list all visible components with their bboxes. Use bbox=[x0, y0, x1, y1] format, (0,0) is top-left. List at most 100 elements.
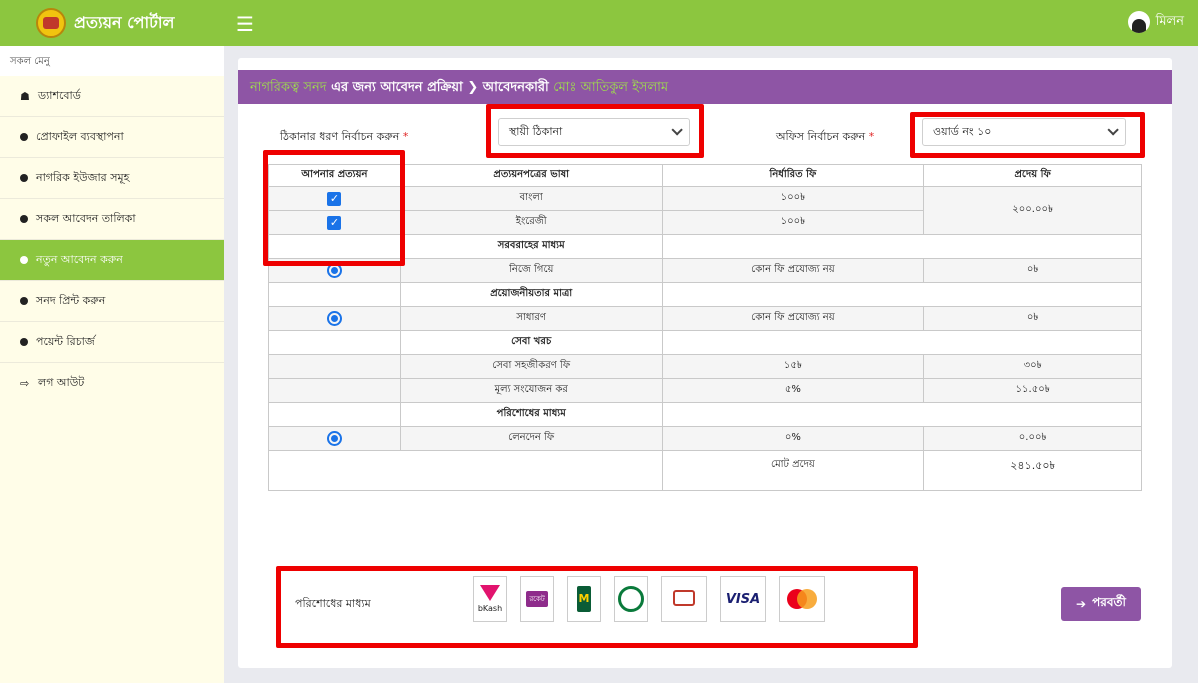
bkash-logo-button[interactable]: bKash bbox=[473, 576, 507, 622]
sidebar-item-label: সনদ প্রিন্ট করুন bbox=[36, 293, 106, 307]
dot-icon bbox=[20, 338, 28, 346]
column-header: প্রত্যয়নপত্রের ভাষা bbox=[399, 164, 663, 187]
service-fee: ৫% bbox=[661, 378, 925, 403]
checkbox-bangla[interactable]: ✓ bbox=[327, 191, 342, 206]
office-label: অফিস নির্বাচন করুন * bbox=[776, 130, 875, 143]
sidebar-item-label: নাগরিক ইউজার সমূহ bbox=[36, 170, 130, 184]
delivery-payable: ০৳ bbox=[923, 258, 1142, 283]
sidebar-item-users[interactable]: নাগরিক ইউজার সমূহ bbox=[0, 158, 224, 199]
mutual-trust-bank-icon bbox=[673, 590, 695, 606]
payment-title: পরিশোধের মাধ্যম bbox=[399, 402, 663, 427]
table-row: সেবা সহজীকরণ ফি ১৫৳ ৩০৳ bbox=[268, 354, 1142, 379]
office-value: ওয়ার্ড নং ১০ bbox=[933, 124, 992, 138]
arrow-right-icon: ➔ bbox=[1076, 597, 1087, 611]
dot-icon bbox=[20, 174, 28, 182]
urgency-radio[interactable] bbox=[326, 311, 342, 326]
sidebar-item-label: নতুন আবেদন করুন bbox=[36, 252, 123, 266]
delivery-fee: কোন ফি প্রযোজ্য নয় bbox=[661, 258, 925, 283]
section-row: পরিশোধের মাধ্যম bbox=[268, 402, 1143, 427]
rocket-logo-button[interactable]: রকেট bbox=[520, 576, 554, 622]
column-header: প্রদেয় ফি bbox=[923, 164, 1142, 187]
mcash-logo-button[interactable]: M bbox=[567, 576, 601, 622]
service-title: সেবা খরচ bbox=[399, 330, 663, 355]
sidebar-item-applications[interactable]: সকল আবেদন তালিকা bbox=[0, 199, 224, 240]
delivery-name: নিজে গিয়ে bbox=[399, 258, 663, 283]
table-row: নিজে গিয়ে কোন ফি প্রযোজ্য নয় ০৳ bbox=[268, 258, 1142, 283]
total-label: মোট প্রদেয় bbox=[661, 450, 925, 491]
applicant-name: মোঃ আতিকুল ইসলাম bbox=[553, 80, 669, 95]
address-type-select[interactable]: স্থায়ী ঠিকানা bbox=[498, 118, 690, 146]
delivery-title: সরবরাহের মাধ্যম bbox=[399, 234, 663, 259]
service-name: মূল্য সংযোজন কর bbox=[399, 378, 663, 403]
visa-icon: VISA bbox=[725, 591, 761, 607]
breadcrumb-text: এর জন্য আবেদন প্রক্রিয়া ❯ আবেদনকারী bbox=[326, 80, 554, 95]
sidebar-item-recharge[interactable]: পয়েন্ট রিচার্জ bbox=[0, 322, 224, 363]
language-name: ইংরেজী bbox=[399, 210, 663, 235]
payment-radio[interactable] bbox=[326, 431, 342, 446]
next-button[interactable]: ➔ পরবর্তী bbox=[1061, 587, 1141, 621]
checkbox-english[interactable]: ✓ bbox=[327, 215, 342, 230]
total-value: ২৪১.৫০৳ bbox=[923, 450, 1142, 491]
bkash-icon bbox=[480, 585, 500, 601]
address-type-label: ঠিকানার ধরণ নির্বাচন করুন * bbox=[280, 130, 409, 143]
payment-fee: ০% bbox=[661, 426, 925, 451]
table-row: লেনদেন ফি ০% ০.০০৳ bbox=[268, 426, 1142, 451]
mastercard-logo-button[interactable] bbox=[779, 576, 825, 622]
sidebar-item-dashboard[interactable]: ☗ ড্যাশবোর্ড bbox=[0, 76, 224, 117]
top-bar: প্রত্যয়ন পোর্টাল ☰ মিলন bbox=[0, 0, 1198, 46]
sidebar-item-label: প্রোফাইল ব্যবস্থাপনা bbox=[36, 129, 124, 143]
next-button-label: পরবর্তী bbox=[1092, 595, 1126, 609]
user-menu[interactable]: মিলন bbox=[1127, 11, 1184, 33]
sidebar-item-profile[interactable]: প্রোফাইল ব্যবস্থাপনা bbox=[0, 117, 224, 158]
urgency-name: সাধারণ bbox=[399, 306, 663, 331]
table-row: সাধারণ কোন ফি প্রযোজ্য নয় ০৳ bbox=[268, 306, 1142, 331]
column-header: আপনার প্রত্যয়ন bbox=[268, 164, 401, 187]
app-logo[interactable]: প্রত্যয়ন পোর্টাল bbox=[36, 8, 174, 38]
logo-icon bbox=[36, 8, 66, 38]
urgency-fee: কোন ফি প্রযোজ্য নয় bbox=[661, 306, 925, 331]
office-select[interactable]: ওয়ার্ড নং ১০ bbox=[922, 118, 1126, 146]
mcash-icon: M bbox=[577, 586, 591, 612]
column-header: নির্ধারিত ফি bbox=[661, 164, 925, 187]
language-name: বাংলা bbox=[399, 186, 663, 211]
urgency-title: প্রয়োজনীয়তার মাত্রা bbox=[399, 282, 663, 307]
table-row: মূল্য সংযোজন কর ৫% ১১.৫০৳ bbox=[268, 378, 1142, 403]
certificate-type: নাগরিকত্ব সনদ bbox=[250, 80, 327, 95]
logout-icon: ⇨ bbox=[20, 377, 30, 390]
user-name: মিলন bbox=[1155, 13, 1184, 29]
dot-icon bbox=[20, 256, 28, 264]
sidebar-title: সকল মেনু bbox=[0, 46, 224, 76]
main-panel: নাগরিকত্ব সনদ এর জন্য আবেদন প্রক্রিয়া ❯… bbox=[238, 58, 1172, 668]
sidebar-item-new-application[interactable]: নতুন আবেদন করুন bbox=[0, 240, 224, 281]
sidebar-item-label: সকল আবেদন তালিকা bbox=[36, 211, 136, 225]
payment-payable: ০.০০৳ bbox=[923, 426, 1142, 451]
rocket-icon: রকেট bbox=[526, 591, 548, 607]
service-payable: ১১.৫০৳ bbox=[923, 378, 1142, 403]
urgency-payable: ০৳ bbox=[923, 306, 1142, 331]
dot-icon bbox=[20, 133, 28, 141]
total-row: মোট প্রদেয় ২৪১.৫০৳ bbox=[268, 450, 1142, 491]
service-name: সেবা সহজীকরণ ফি bbox=[399, 354, 663, 379]
menu-toggle-icon[interactable]: ☰ bbox=[236, 12, 254, 36]
app-title: প্রত্যয়ন পোর্টাল bbox=[74, 12, 175, 32]
visa-logo-button[interactable]: VISA bbox=[720, 576, 766, 622]
language-fee: ১০০৳ bbox=[661, 210, 925, 235]
home-icon: ☗ bbox=[20, 89, 30, 103]
user-avatar-icon bbox=[1127, 11, 1150, 33]
section-row: সেবা খরচ bbox=[268, 330, 1143, 355]
page-title: নাগরিকত্ব সনদ এর জন্য আবেদন প্রক্রিয়া ❯… bbox=[238, 70, 1172, 104]
address-type-value: স্থায়ী ঠিকানা bbox=[509, 124, 563, 138]
islami-bank-logo-button[interactable] bbox=[614, 576, 648, 622]
sidebar-item-label: ড্যাশবোর্ড bbox=[38, 88, 81, 102]
dot-icon bbox=[20, 297, 28, 305]
language-fee: ১০০৳ bbox=[661, 186, 925, 211]
islami-bank-seal-icon bbox=[618, 586, 644, 612]
sidebar-item-logout[interactable]: ⇨ লগ আউট bbox=[0, 363, 224, 404]
language-total: ২০০.০০৳ bbox=[923, 186, 1142, 235]
mutual-trust-bank-logo-button[interactable] bbox=[661, 576, 707, 622]
delivery-radio[interactable] bbox=[326, 263, 342, 278]
sidebar-item-label: লগ আউট bbox=[38, 376, 85, 389]
payment-methods: bKash রকেট M VISA bbox=[473, 576, 825, 622]
sidebar-item-print[interactable]: সনদ প্রিন্ট করুন bbox=[0, 281, 224, 322]
table-header-row: আপনার প্রত্যয়ন প্রত্যয়নপত্রের ভাষা নির… bbox=[268, 164, 1142, 187]
